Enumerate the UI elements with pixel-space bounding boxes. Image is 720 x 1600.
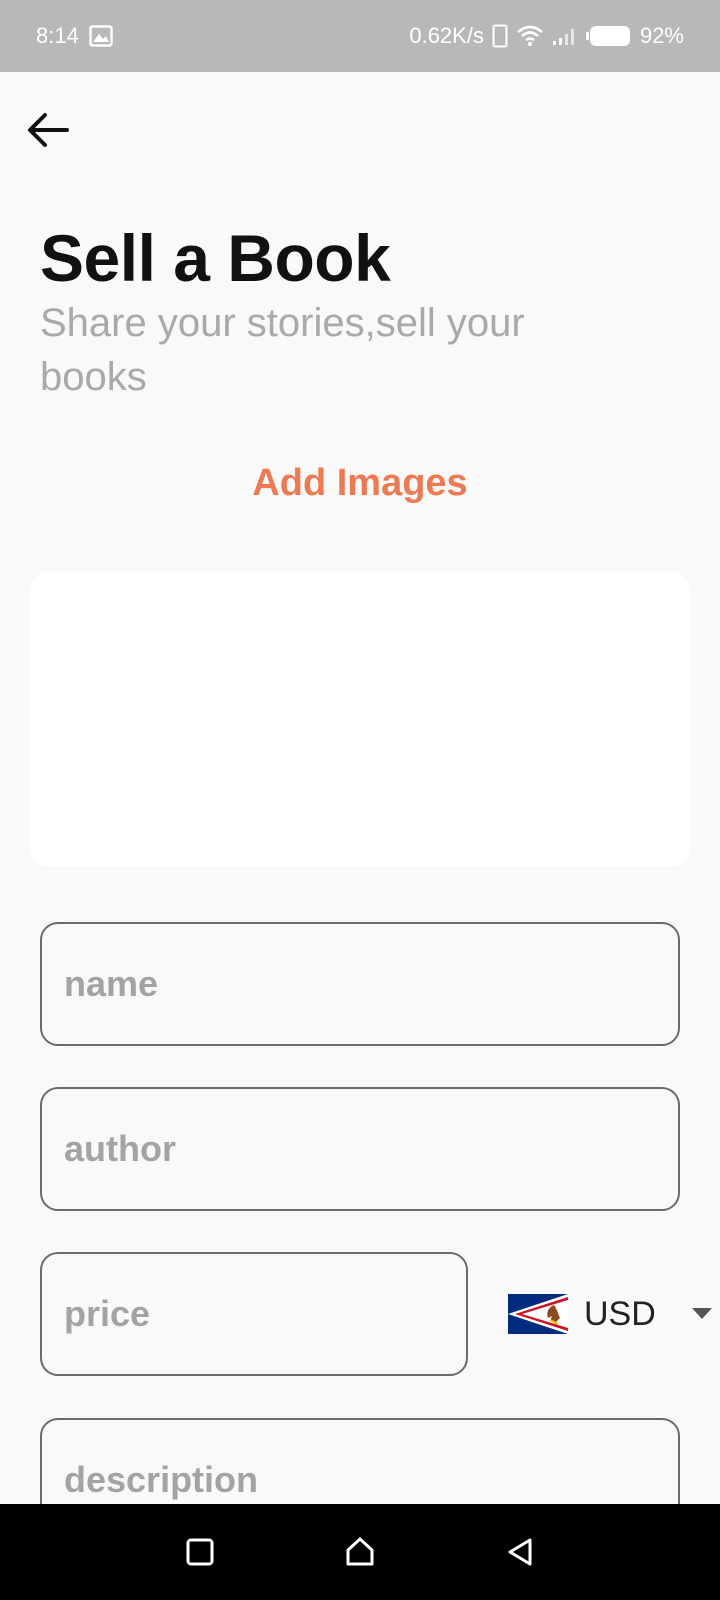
author-field[interactable]: author [40, 1087, 680, 1211]
status-bar-right: 0.62K/s 92% [409, 23, 684, 49]
description-field[interactable]: description [40, 1418, 680, 1504]
currency-selector[interactable]: USD [508, 1286, 712, 1342]
navigation-bar [0, 1504, 720, 1600]
home-button[interactable] [330, 1522, 390, 1582]
phone-icon [492, 24, 508, 48]
battery-icon [585, 26, 630, 46]
square-icon [186, 1538, 214, 1566]
wifi-icon [516, 25, 544, 47]
image-preview-area[interactable] [30, 572, 690, 866]
description-placeholder: description [64, 1459, 259, 1500]
battery-percent: 92% [639, 23, 684, 48]
name-field[interactable]: name [40, 922, 680, 1046]
arrow-left-icon [28, 113, 69, 147]
back-button[interactable] [24, 106, 72, 154]
network-speed: 0.62K/s [409, 23, 484, 48]
recent-apps-button[interactable] [170, 1522, 230, 1582]
status-bar-left: 8:14 [36, 23, 113, 49]
price-field[interactable]: price [40, 1252, 468, 1376]
sell-book-screen: Sell a Book Share your stories,sell your… [0, 72, 720, 1504]
american-samoa-flag-icon [508, 1294, 568, 1334]
home-icon [346, 1537, 374, 1566]
add-images-button[interactable]: Add Images [0, 462, 720, 505]
status-time: 8:14 [36, 23, 79, 48]
author-placeholder: author [64, 1128, 176, 1169]
signal-icon [552, 26, 578, 46]
page-subtitle: Share your stories,sell your books [40, 301, 525, 399]
status-bar: 8:14 0.62K/s 92% [0, 0, 720, 72]
caret-down-icon [691, 1308, 712, 1319]
price-placeholder: price [64, 1293, 151, 1334]
currency-label: USD [584, 1294, 656, 1333]
triangle-back-icon [508, 1538, 532, 1566]
gallery-notification-icon [89, 25, 113, 47]
system-back-button[interactable] [490, 1522, 550, 1582]
name-placeholder: name [64, 963, 159, 1004]
page-title: Sell a Book [40, 221, 391, 295]
battery-indicator: 92% [585, 23, 684, 49]
